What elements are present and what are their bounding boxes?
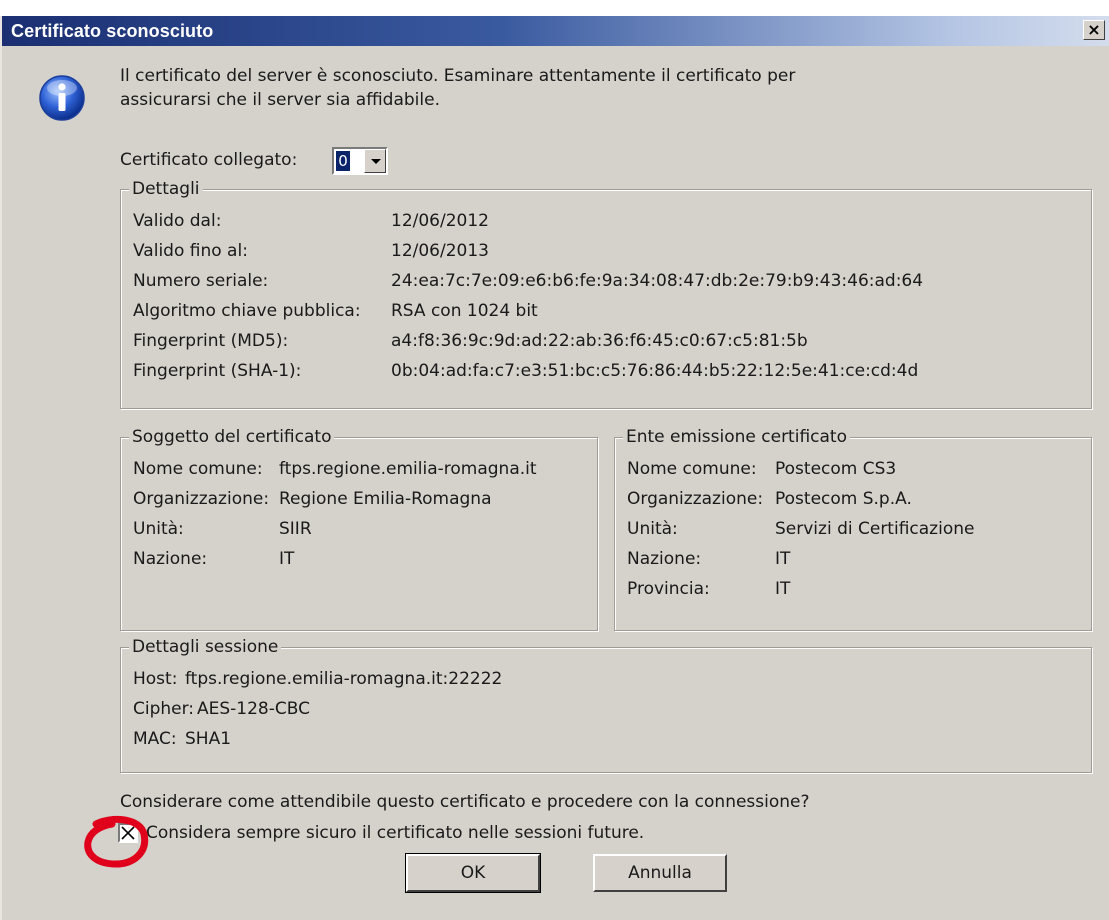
issuer-value: IT xyxy=(775,579,791,599)
issuer-label: Organizzazione: xyxy=(627,489,764,509)
issuer-label: Nazione: xyxy=(627,549,702,569)
subject-legend: Soggetto del certificato xyxy=(129,425,335,449)
session-value: AES-128-CBC xyxy=(197,699,310,719)
issuer-label: Unità: xyxy=(627,519,678,539)
chevron-down-icon[interactable] xyxy=(364,149,386,173)
issuer-value: Postecom CS3 xyxy=(775,459,897,479)
subject-value: IT xyxy=(279,549,295,569)
cancel-button[interactable]: Annulla xyxy=(593,854,727,892)
detail-label: Fingerprint (SHA-1): xyxy=(133,361,302,381)
detail-value: a4:f8:36:9c:9d:ad:22:ab:36:f6:45:c0:67:c… xyxy=(391,331,808,351)
issuer-label: Provincia: xyxy=(627,579,710,599)
detail-value: 12/06/2013 xyxy=(391,241,489,261)
issuer-group: Ente emissione certificato Nome comune: … xyxy=(614,425,1092,631)
session-value: SHA1 xyxy=(185,729,232,749)
subject-label: Unità: xyxy=(133,519,184,539)
session-label: MAC: xyxy=(133,729,177,749)
subject-label: Nazione: xyxy=(133,549,208,569)
issuer-value: Postecom S.p.A. xyxy=(775,489,912,509)
always-trust-label[interactable]: Considera sempre sicuro il certificato n… xyxy=(146,819,644,847)
subject-value: SIIR xyxy=(279,519,312,539)
detail-value: RSA con 1024 bit xyxy=(391,301,538,321)
selected-value: 0 xyxy=(336,151,350,171)
detail-label: Valido fino al: xyxy=(133,241,248,261)
ok-button[interactable]: OK xyxy=(405,853,541,893)
red-circle-annotation xyxy=(84,815,149,868)
session-legend: Dettagli sessione xyxy=(129,635,282,659)
session-group: Dettagli sessione Host: ftps.regione.emi… xyxy=(120,635,1092,773)
issuer-value: IT xyxy=(775,549,791,569)
detail-value: 12/06/2012 xyxy=(391,211,489,231)
certificate-dialog: Certificato sconosciuto × Il certificato… xyxy=(0,16,1109,920)
window-title: Certificato sconosciuto xyxy=(11,21,214,41)
message-line: Il certificato del server è sconosciuto.… xyxy=(120,66,796,86)
title-bar: Certificato sconosciuto × xyxy=(2,16,1109,46)
session-label: Host: xyxy=(133,669,178,689)
issuer-label: Nome comune: xyxy=(627,459,757,479)
session-value: ftps.regione.emilia-romagna.it:22222 xyxy=(185,669,503,689)
details-group: Dettagli Valido dal: 12/06/2012 Valido f… xyxy=(120,177,1092,409)
subject-group: Soggetto del certificato Nome comune: ft… xyxy=(120,425,598,631)
message-line: assicurarsi che il server sia affidabile… xyxy=(120,90,440,110)
issuer-legend: Ente emissione certificato xyxy=(623,425,850,449)
detail-value: 24:ea:7c:7e:09:e6:b6:fe:9a:34:08:47:db:2… xyxy=(391,271,924,291)
trust-question: Considerare come attendibile questo cert… xyxy=(120,792,810,812)
linked-certificate-label: Certificato collegato: xyxy=(120,150,298,170)
detail-label: Numero seriale: xyxy=(133,271,269,291)
warning-message: Il certificato del server è sconosciuto.… xyxy=(120,64,1020,112)
session-label: Cipher: xyxy=(133,699,195,719)
close-button[interactable]: × xyxy=(1083,20,1105,40)
detail-label: Algoritmo chiave pubblica: xyxy=(133,301,361,321)
subject-label: Nome comune: xyxy=(133,459,263,479)
info-icon xyxy=(39,75,85,121)
subject-value: ftps.regione.emilia-romagna.it xyxy=(279,459,537,479)
detail-value: 0b:04:ad:fa:c7:e3:51:bc:c5:76:86:44:b5:2… xyxy=(391,361,919,381)
subject-value: Regione Emilia-Romagna xyxy=(279,489,492,509)
linked-certificate-select[interactable]: 0 xyxy=(332,147,388,175)
issuer-value: Servizi di Certificazione xyxy=(775,519,975,539)
detail-label: Fingerprint (MD5): xyxy=(133,331,289,351)
subject-label: Organizzazione: xyxy=(133,489,270,509)
detail-label: Valido dal: xyxy=(133,211,222,231)
details-legend: Dettagli xyxy=(129,177,203,201)
close-icon: × xyxy=(1087,20,1101,39)
